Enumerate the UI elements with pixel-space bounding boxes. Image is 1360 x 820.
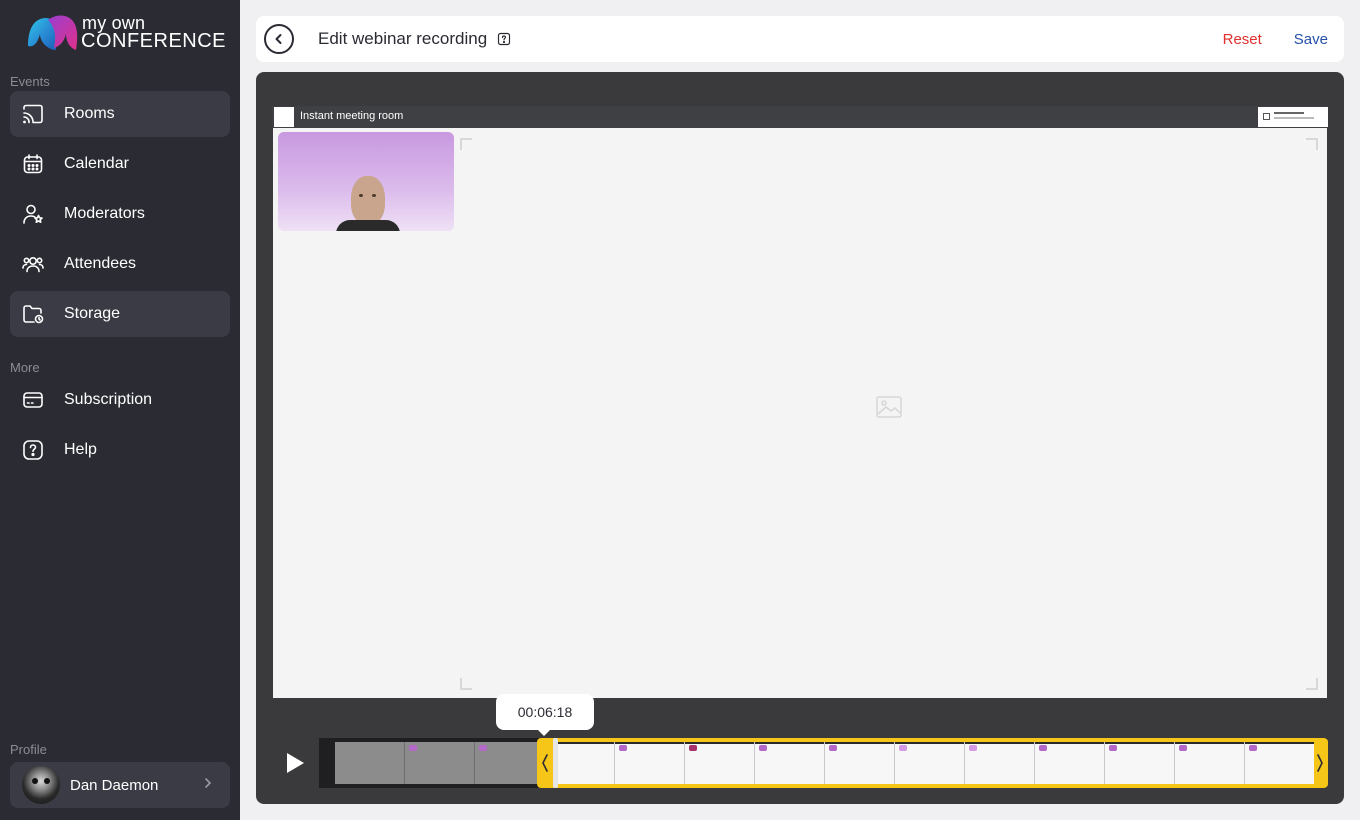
sidebar-item-storage[interactable]: Storage bbox=[10, 291, 230, 337]
trim-handle-end[interactable] bbox=[1314, 746, 1326, 780]
image-placeholder-icon bbox=[876, 396, 902, 418]
playhead-time-tooltip: 00:06:18 bbox=[496, 694, 594, 736]
top-bar: Edit webinar recording Reset Save bbox=[256, 16, 1344, 62]
timeline-thumbnail bbox=[335, 742, 405, 784]
brand-line-2: CONFERENCE bbox=[81, 30, 227, 52]
playhead[interactable] bbox=[553, 738, 558, 788]
frame-corner bbox=[460, 678, 472, 690]
sidebar-item-label: Subscription bbox=[64, 391, 153, 408]
cast-icon bbox=[22, 103, 44, 125]
help-icon bbox=[22, 439, 44, 461]
frame-corner bbox=[1306, 138, 1318, 150]
sidebar-item-label: Calendar bbox=[64, 155, 129, 172]
sidebar-item-moderators[interactable]: Moderators bbox=[10, 191, 230, 237]
reset-button[interactable]: Reset bbox=[1223, 31, 1262, 48]
storage-folder-icon bbox=[22, 303, 44, 325]
chevron-left-icon bbox=[542, 754, 548, 772]
sidebar-item-label: Storage bbox=[64, 305, 121, 322]
recording-room-header bbox=[272, 106, 1328, 128]
sidebar-item-help[interactable]: Help bbox=[10, 427, 230, 473]
logo-mark-icon bbox=[28, 15, 78, 50]
room-title: Instant meeting room bbox=[300, 110, 404, 122]
presenter-face bbox=[351, 176, 385, 224]
profile-name: Dan Daemon bbox=[70, 776, 159, 794]
frame-corner bbox=[460, 138, 472, 150]
moderator-icon bbox=[22, 203, 44, 225]
room-header-widget bbox=[1258, 107, 1328, 127]
page-title: Edit webinar recording bbox=[318, 29, 488, 48]
sidebar-item-label: Moderators bbox=[64, 205, 145, 222]
calendar-icon bbox=[22, 153, 44, 175]
avatar bbox=[22, 766, 60, 804]
chevron-left-icon bbox=[275, 34, 282, 44]
chevron-right-icon bbox=[1317, 754, 1323, 772]
section-label-profile: Profile bbox=[10, 742, 47, 757]
play-button[interactable] bbox=[280, 748, 310, 778]
chevron-right-icon bbox=[200, 775, 216, 796]
attendees-icon bbox=[22, 253, 44, 275]
sidebar-item-attendees[interactable]: Attendees bbox=[10, 241, 230, 287]
webcam-feed bbox=[278, 132, 454, 231]
sidebar-item-label: Attendees bbox=[64, 255, 137, 272]
timeline-thumbnail bbox=[475, 742, 545, 784]
section-label-more: More bbox=[10, 360, 40, 375]
play-icon bbox=[287, 753, 304, 773]
brand-logo[interactable]: my own CONFERENCE bbox=[26, 12, 226, 54]
help-icon[interactable] bbox=[497, 32, 511, 46]
sidebar-item-rooms[interactable]: Rooms bbox=[10, 91, 230, 137]
room-logo bbox=[274, 107, 294, 127]
trim-selection[interactable] bbox=[537, 738, 1328, 788]
credit-card-icon bbox=[22, 389, 44, 411]
sidebar-item-label: Rooms bbox=[64, 105, 115, 122]
section-label-events: Events bbox=[10, 74, 50, 89]
sidebar-item-label: Help bbox=[64, 441, 97, 458]
profile-card[interactable]: Dan Daemon bbox=[10, 762, 230, 808]
timeline-thumbnail bbox=[405, 742, 475, 784]
sidebar-item-calendar[interactable]: Calendar bbox=[10, 141, 230, 187]
save-button[interactable]: Save bbox=[1294, 31, 1328, 48]
trim-handle-start[interactable] bbox=[539, 746, 551, 780]
sidebar-item-subscription[interactable]: Subscription bbox=[10, 377, 230, 423]
sidebar: my own CONFERENCE Events Rooms Calendar bbox=[0, 0, 240, 820]
back-button[interactable] bbox=[264, 24, 294, 54]
frame-corner bbox=[1306, 678, 1318, 690]
